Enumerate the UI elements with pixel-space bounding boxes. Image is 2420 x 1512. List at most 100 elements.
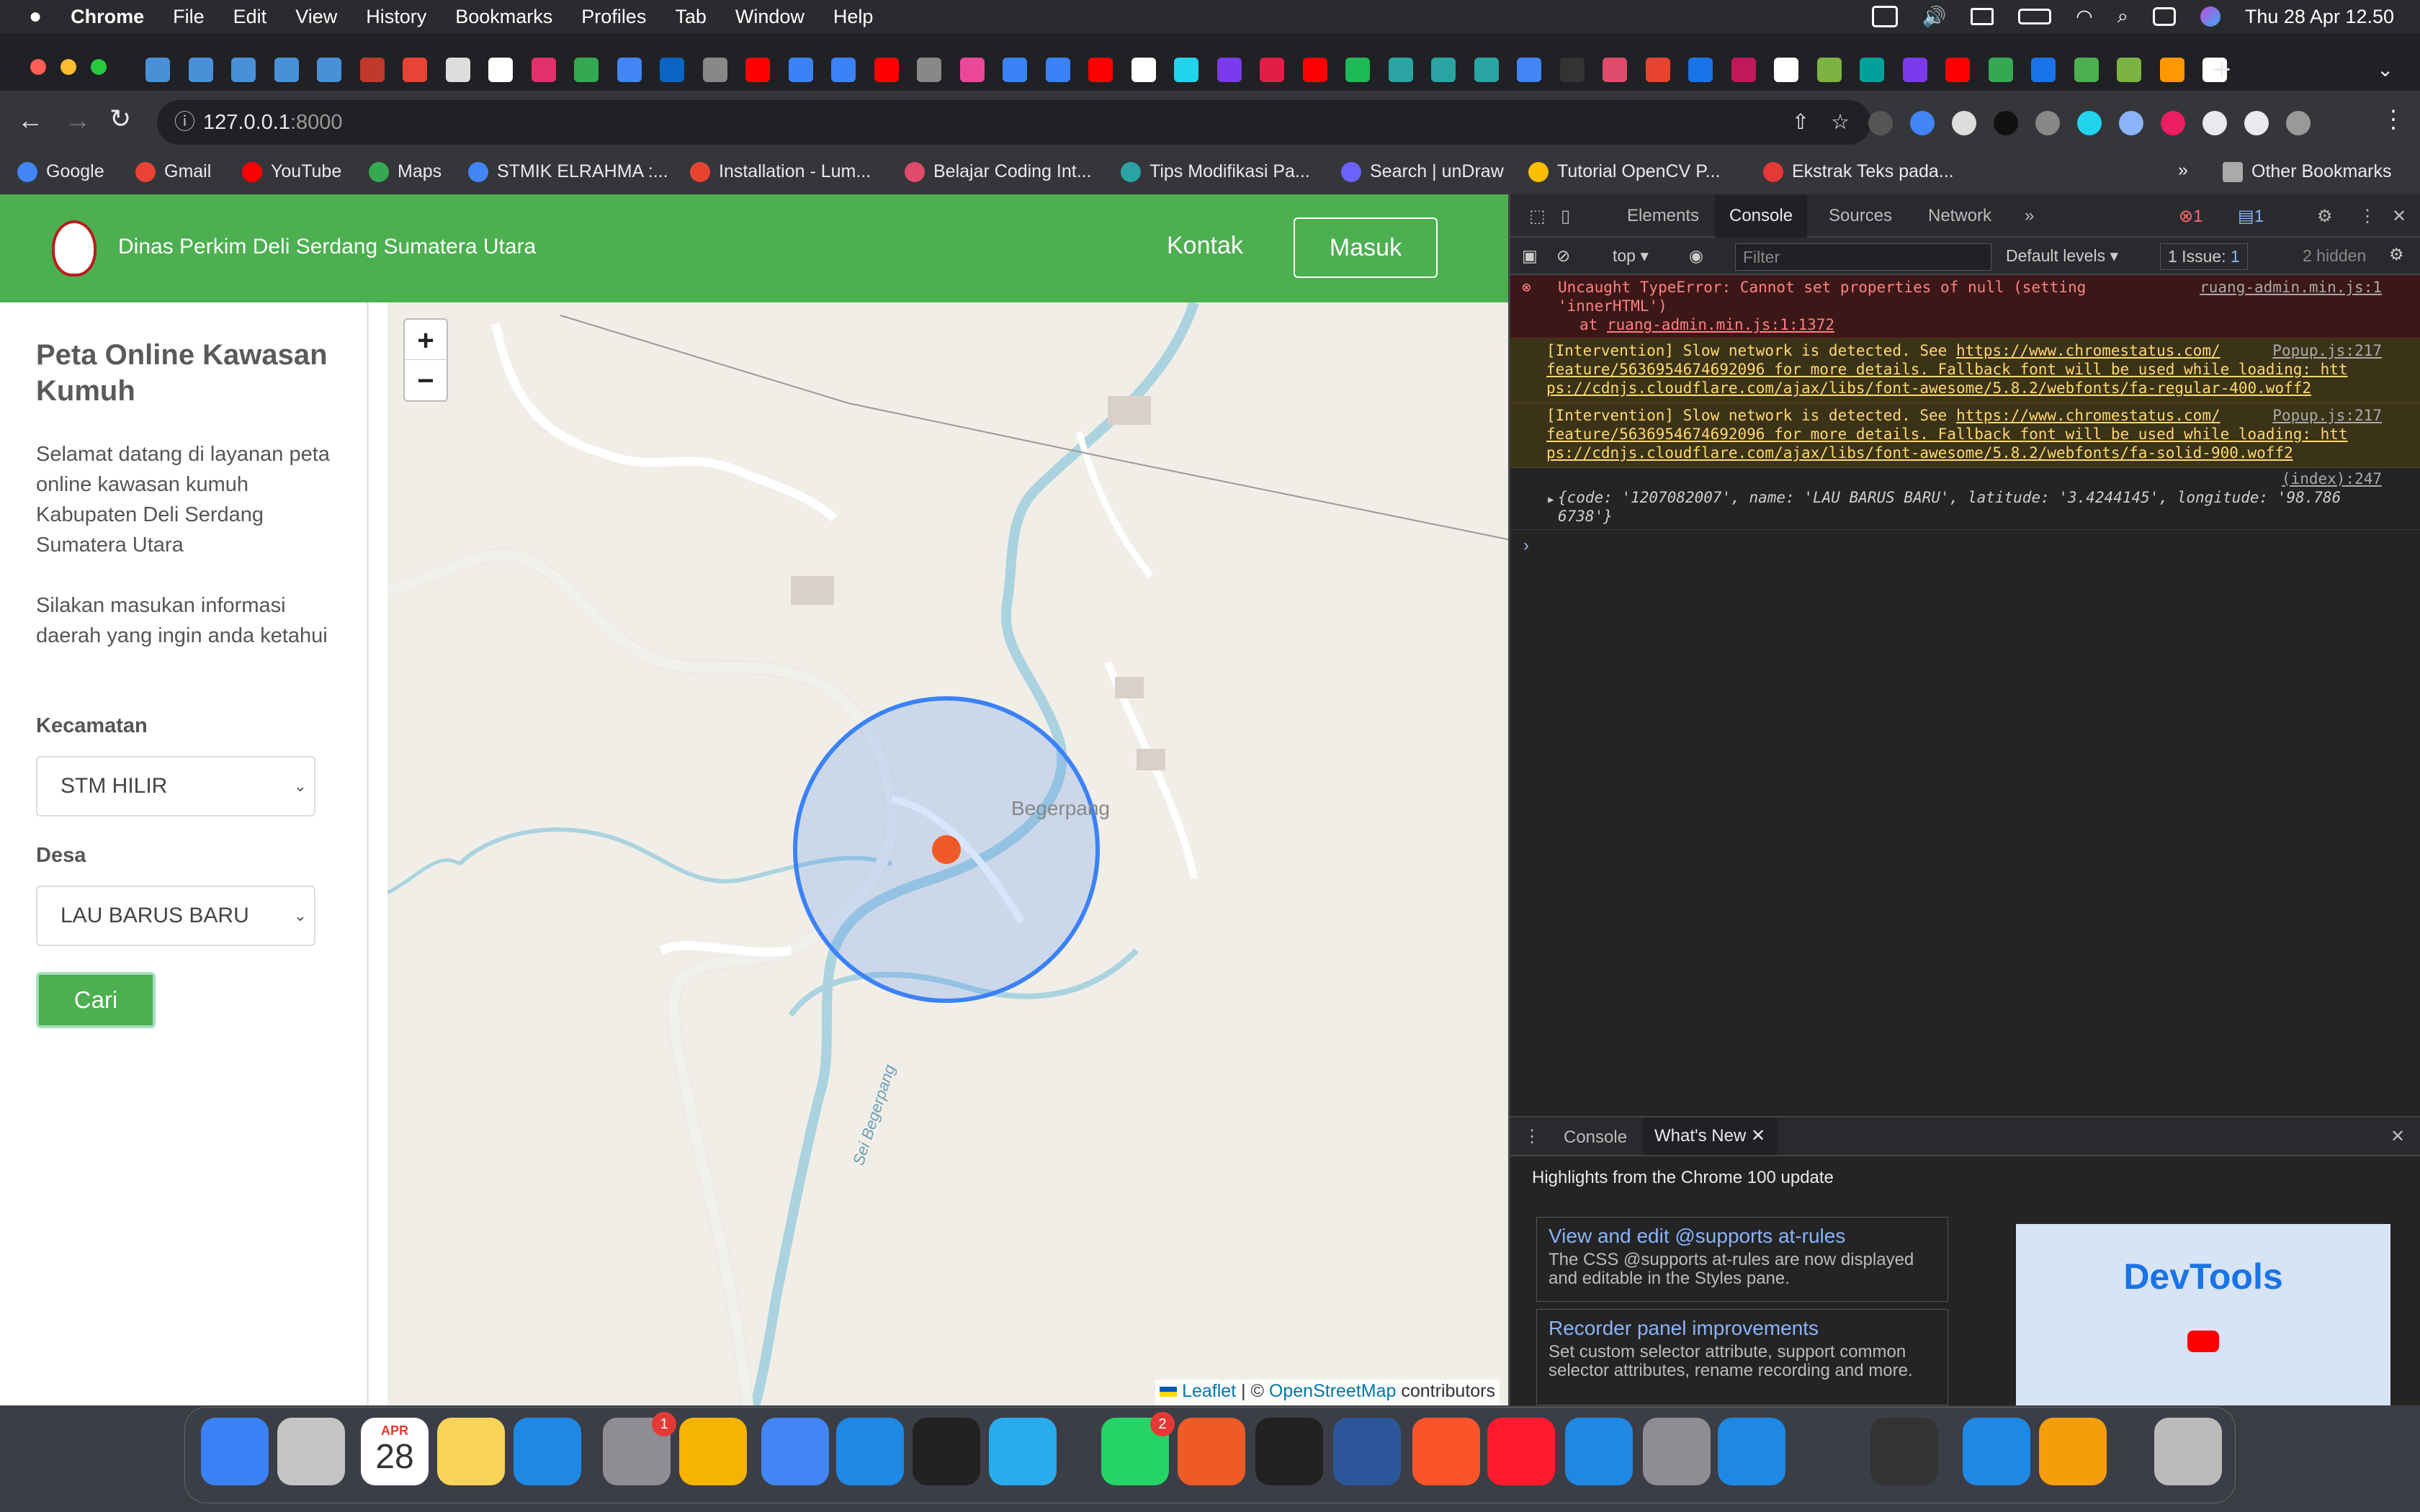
media-player-app-icon[interactable] (2039, 1418, 2107, 1485)
console-prompt-icon[interactable]: › (1523, 536, 1529, 556)
devtools-promo-image[interactable]: DevTools (2016, 1224, 2390, 1405)
console-warning-message[interactable]: [Intervention] Slow network is detected.… (1510, 338, 2420, 403)
terminal-app-icon[interactable] (1255, 1418, 1323, 1485)
zoom-in-button[interactable]: + (403, 318, 448, 360)
eye-icon[interactable]: ◉ (1689, 246, 1703, 266)
browser-tab[interactable] (1902, 58, 1927, 82)
minimize-window-button[interactable] (60, 59, 76, 75)
bookmark-item[interactable]: Gmail (135, 161, 211, 182)
system-preferences-app-icon[interactable]: 1 (603, 1412, 676, 1485)
drawer-menu-icon[interactable]: ⋮ (1523, 1126, 1541, 1147)
browser-tab[interactable] (1431, 58, 1456, 82)
bookmark-item[interactable]: Maps (369, 161, 442, 182)
whatsapp-app-icon[interactable]: 2 (1101, 1412, 1175, 1485)
browser-tab[interactable] (2117, 58, 2141, 82)
close-icon[interactable]: ✕ (1751, 1126, 1765, 1146)
site-info-icon[interactable]: ⓘ (174, 100, 195, 145)
browser-tab[interactable] (1860, 58, 1884, 82)
trash-app-icon[interactable] (2154, 1418, 2222, 1485)
browser-tab[interactable] (1260, 58, 1284, 82)
browser-tab[interactable] (488, 58, 513, 82)
browser-tab[interactable] (317, 58, 341, 82)
browser-tab[interactable] (660, 58, 684, 82)
browser-tab[interactable] (1003, 58, 1027, 82)
extension-icon[interactable] (1868, 111, 1893, 135)
browser-tab[interactable] (1216, 58, 1242, 82)
close-drawer-icon[interactable]: ✕ (2390, 1126, 2405, 1147)
browser-tab[interactable] (1517, 58, 1541, 82)
browser-tab[interactable] (445, 58, 470, 82)
battery-icon[interactable] (2018, 9, 2052, 24)
chrome-dev-app-icon[interactable] (679, 1418, 747, 1485)
browser-tab[interactable] (1131, 58, 1156, 82)
bookmark-item[interactable]: Tips Modifikasi Pa... (1121, 161, 1310, 182)
screen-share-icon[interactable] (1871, 6, 1898, 27)
browser-tab[interactable] (788, 58, 813, 82)
safari-app-icon[interactable] (1565, 1418, 1633, 1485)
browser-tab[interactable] (959, 58, 985, 82)
notes-app-icon[interactable] (437, 1418, 505, 1485)
browser-tab[interactable] (145, 58, 170, 82)
browser-tab[interactable] (1731, 58, 1756, 82)
finder-app-icon[interactable] (201, 1418, 269, 1485)
menu-app-name[interactable]: Chrome (71, 6, 144, 28)
context-select[interactable]: top ▾ (1613, 246, 1649, 266)
menu-edit[interactable]: Edit (233, 6, 267, 28)
browser-tab[interactable] (1988, 58, 2013, 82)
vscode-app-icon[interactable] (836, 1418, 904, 1485)
console-error-message[interactable]: ⊗ Uncaught TypeError: Cannot set propert… (1510, 275, 2420, 338)
browser-tab[interactable] (1345, 58, 1370, 82)
forward-icon[interactable]: → (65, 105, 91, 135)
browser-tab[interactable] (1645, 58, 1670, 82)
bookmark-item[interactable]: Search | unDraw (1341, 161, 1504, 182)
siri-icon[interactable] (2200, 6, 2220, 27)
extension-icon[interactable] (2161, 111, 2185, 135)
map-tiles[interactable]: Begerpang Sei Begerpang (387, 302, 1508, 1405)
message-count-badge[interactable]: ▤1 (2238, 206, 2264, 227)
tab-sources[interactable]: Sources (1829, 206, 1892, 226)
back-icon[interactable]: ← (17, 105, 43, 135)
browser-tab[interactable] (917, 58, 941, 82)
browser-tab[interactable] (702, 58, 727, 82)
extension-icon[interactable] (2286, 111, 2311, 135)
tab-elements[interactable]: Elements (1627, 206, 1699, 226)
browser-tab[interactable] (2159, 58, 2184, 82)
volume-icon[interactable]: 🔊 (1922, 5, 1947, 28)
bookmark-item[interactable]: STMIK ELRAHMA :... (468, 161, 668, 182)
leaflet-link[interactable]: Leaflet (1182, 1381, 1236, 1401)
plotter-app-icon[interactable] (913, 1418, 980, 1485)
menu-file[interactable]: File (173, 6, 205, 28)
word-app-icon[interactable] (1333, 1418, 1401, 1485)
chrome-app-icon[interactable] (761, 1418, 829, 1485)
menu-view[interactable]: View (295, 6, 337, 28)
security-app-icon[interactable] (1718, 1418, 1785, 1485)
error-count-badge[interactable]: ⊗1 (2179, 206, 2202, 227)
brave-app-icon[interactable] (1412, 1418, 1480, 1485)
chrome-menu-icon[interactable]: ⋮ (2381, 105, 2406, 134)
log-levels-select[interactable]: Default levels ▾ (2006, 246, 2118, 266)
browser-tab[interactable] (1474, 58, 1499, 82)
bookmark-item[interactable]: YouTube (242, 161, 341, 182)
issues-button[interactable]: 1 Issue: 1 (2160, 243, 2248, 270)
extension-icon[interactable] (1952, 111, 1976, 135)
extension-icon[interactable] (2202, 111, 2227, 135)
tab-network[interactable]: Network (1928, 206, 1991, 226)
remote-desktop-app-icon[interactable] (1963, 1418, 2030, 1485)
whats-new-card[interactable]: View and edit @supports at-rules The CSS… (1536, 1217, 1948, 1302)
new-tab-icon[interactable]: + (2213, 52, 2231, 88)
browser-tab[interactable] (1603, 58, 1627, 82)
browser-tab[interactable] (359, 58, 385, 82)
browser-tab[interactable] (874, 58, 899, 82)
extension-icon[interactable] (2244, 111, 2269, 135)
warning-source-link[interactable]: Popup.js:217 (2272, 341, 2382, 360)
browser-tab[interactable] (188, 58, 213, 82)
desa-select[interactable]: LAU BARUS BARU ⌄ (36, 886, 315, 946)
error-source-link[interactable]: ruang-admin.min.js:1 (2200, 278, 2382, 297)
menubar-clock[interactable]: Thu 28 Apr 12.50 (2245, 6, 2394, 28)
app-store-app-icon[interactable] (514, 1418, 581, 1485)
tab-console[interactable]: Console (1715, 194, 1808, 238)
console-filter-input[interactable]: Filter (1735, 243, 1991, 271)
telegram-app-icon[interactable] (989, 1418, 1057, 1485)
osm-link[interactable]: OpenStreetMap (1269, 1381, 1397, 1401)
menu-bookmarks[interactable]: Bookmarks (455, 6, 552, 28)
